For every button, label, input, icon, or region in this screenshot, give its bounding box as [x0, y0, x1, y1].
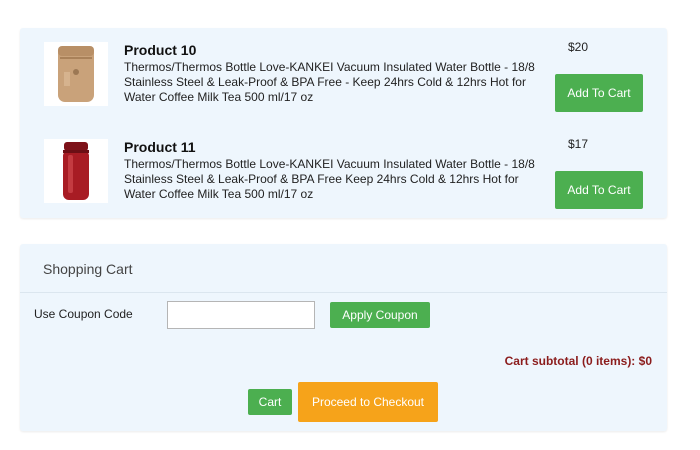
- product-price: $17: [568, 137, 589, 151]
- product-row: Product 10 Thermos/Thermos Bottle Love-K…: [20, 40, 667, 120]
- product-name: Product 11: [124, 139, 196, 155]
- product-description: Thermos/Thermos Bottle Love-KANKEI Vacuu…: [124, 60, 535, 104]
- coupon-code-input[interactable]: [167, 301, 315, 329]
- thermos-jar-icon: [58, 46, 94, 102]
- product-list: Product 10 Thermos/Thermos Bottle Love-K…: [20, 28, 667, 218]
- cart-title: Shopping Cart: [43, 261, 133, 277]
- add-to-cart-button[interactable]: Add To Cart: [555, 171, 643, 209]
- product-row: Product 11 Thermos/Thermos Bottle Love-K…: [20, 137, 667, 217]
- shopping-cart-panel: Shopping Cart Use Coupon Code Apply Coup…: [20, 244, 667, 431]
- apply-coupon-button[interactable]: Apply Coupon: [330, 302, 430, 328]
- cart-button[interactable]: Cart: [248, 389, 292, 415]
- coupon-label: Use Coupon Code: [34, 307, 133, 321]
- proceed-to-checkout-button[interactable]: Proceed to Checkout: [298, 382, 438, 422]
- thermos-bottle-icon: [63, 142, 89, 200]
- product-image: [44, 42, 108, 106]
- cart-header: Shopping Cart: [20, 244, 667, 293]
- cart-subtotal: Cart subtotal (0 items): $0: [504, 354, 652, 368]
- product-price: $20: [568, 40, 589, 54]
- product-image: [44, 139, 108, 203]
- product-name: Product 10: [124, 42, 197, 58]
- product-description: Thermos/Thermos Bottle Love-KANKEI Vacuu…: [124, 157, 535, 201]
- add-to-cart-button[interactable]: Add To Cart: [555, 74, 643, 112]
